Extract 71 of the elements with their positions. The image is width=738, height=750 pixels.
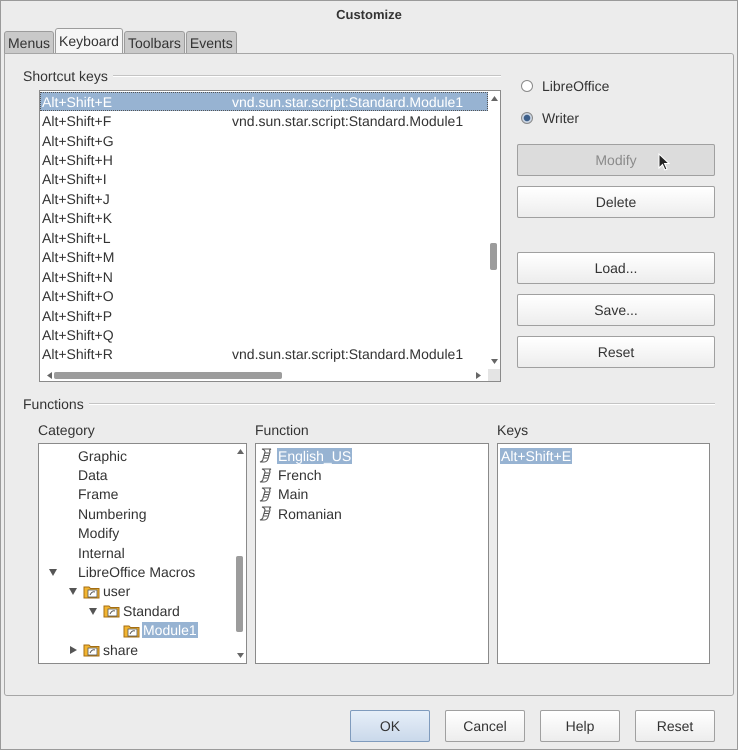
action-button[interactable]: Reset bbox=[517, 336, 715, 368]
radio-label[interactable]: LibreOffice bbox=[542, 78, 610, 94]
macro-folder-icon bbox=[83, 642, 100, 658]
group-title: Functions bbox=[23, 396, 84, 412]
shortcut-row[interactable]: Alt+Shift+R vnd.sun.star.script:Standard.Module1 bbox=[40, 344, 488, 364]
shortcut-row[interactable]: Alt+Shift+N bbox=[40, 266, 488, 286]
shortcut-row[interactable]: Alt+Shift+K bbox=[40, 208, 488, 228]
tree-item[interactable]: Internal bbox=[77, 544, 126, 561]
macro-folder-icon bbox=[123, 622, 140, 638]
radio-button[interactable] bbox=[521, 112, 533, 124]
macro-scroll-icon bbox=[258, 486, 273, 502]
shortcut-row[interactable]: Alt+Shift+M bbox=[40, 248, 488, 267]
tree-item[interactable]: Graphic bbox=[77, 448, 128, 464]
tab[interactable]: Events bbox=[186, 31, 237, 53]
scrollbar-thumb[interactable] bbox=[54, 372, 282, 379]
tree-item[interactable]: Data bbox=[77, 467, 109, 484]
expanded-arrow-icon[interactable] bbox=[49, 568, 57, 576]
tab[interactable]: Menus bbox=[4, 31, 54, 53]
function-item[interactable]: Main bbox=[277, 486, 310, 502]
shortcut-row[interactable]: Alt+Shift+F vnd.sun.star.script:Standard.Module1 bbox=[40, 111, 488, 131]
macro-scroll-icon bbox=[258, 506, 273, 522]
radio-button[interactable] bbox=[521, 80, 533, 92]
list-label: Category bbox=[38, 422, 96, 438]
scroll-right-arrow-icon[interactable] bbox=[475, 372, 482, 378]
function-item[interactable]: Romanian bbox=[277, 506, 343, 522]
mouse-pointer-icon bbox=[658, 153, 670, 171]
tree-item[interactable]: Modify bbox=[77, 525, 120, 542]
scrollbar-corner bbox=[488, 369, 500, 381]
tree-item[interactable]: Numbering bbox=[77, 506, 148, 522]
scrollbar-thumb[interactable] bbox=[236, 556, 243, 632]
dialog-button[interactable]: Reset bbox=[635, 710, 715, 742]
radio-label[interactable]: Writer bbox=[542, 110, 580, 126]
shortcut-row[interactable]: Alt+Shift+I bbox=[40, 170, 488, 190]
scroll-left-arrow-icon[interactable] bbox=[46, 372, 53, 378]
group-title: Shortcut keys bbox=[23, 68, 108, 84]
list-label: Function bbox=[255, 422, 310, 438]
tree-item[interactable]: user bbox=[102, 583, 132, 600]
tree-item[interactable]: Frame bbox=[77, 486, 120, 502]
tab[interactable]: Toolbars bbox=[124, 31, 185, 53]
macro-folder-icon bbox=[103, 603, 120, 618]
macro-scroll-icon bbox=[258, 448, 273, 464]
action-button[interactable]: Save... bbox=[517, 294, 715, 326]
function-item[interactable]: French bbox=[277, 467, 323, 484]
scroll-up-arrow-icon[interactable] bbox=[236, 448, 244, 455]
action-button[interactable]: Delete bbox=[517, 186, 715, 218]
window-title: Customize bbox=[336, 7, 402, 22]
tree-item[interactable]: LibreOffice Macros bbox=[77, 564, 196, 580]
tree-item[interactable]: share bbox=[102, 642, 140, 658]
tab[interactable]: Keyboard bbox=[55, 28, 123, 53]
dialog-button[interactable]: Cancel bbox=[445, 710, 525, 742]
scroll-down-arrow-icon[interactable] bbox=[490, 358, 498, 365]
macro-scroll-icon bbox=[258, 468, 273, 483]
scroll-up-arrow-icon[interactable] bbox=[490, 95, 498, 102]
scrollbar-thumb[interactable] bbox=[490, 243, 497, 270]
scroll-down-arrow-icon[interactable] bbox=[236, 652, 244, 659]
collapsed-arrow-icon[interactable] bbox=[69, 646, 77, 654]
shortcut-row[interactable]: Alt+Shift+Q bbox=[40, 325, 488, 345]
shortcut-row[interactable]: Alt+Shift+P bbox=[40, 306, 488, 326]
expanded-arrow-icon[interactable] bbox=[69, 587, 77, 596]
list-label: Keys bbox=[497, 422, 530, 438]
action-button[interactable]: Load... bbox=[517, 252, 715, 284]
dialog-button[interactable]: OK bbox=[350, 710, 430, 742]
shortcut-row[interactable]: Alt+Shift+O bbox=[40, 286, 488, 306]
dialog-button[interactable]: Help bbox=[540, 710, 620, 742]
expanded-arrow-icon[interactable] bbox=[89, 606, 97, 615]
shortcut-row[interactable]: Alt+Shift+G bbox=[40, 130, 488, 150]
shortcut-row[interactable]: Alt+Shift+H bbox=[40, 150, 488, 170]
shortcut-row[interactable]: Alt+Shift+J bbox=[40, 189, 488, 209]
macro-folder-icon bbox=[83, 584, 100, 599]
shortcut-row[interactable]: Alt+Shift+L bbox=[40, 228, 488, 248]
tree-item[interactable]: Standard bbox=[122, 602, 181, 619]
